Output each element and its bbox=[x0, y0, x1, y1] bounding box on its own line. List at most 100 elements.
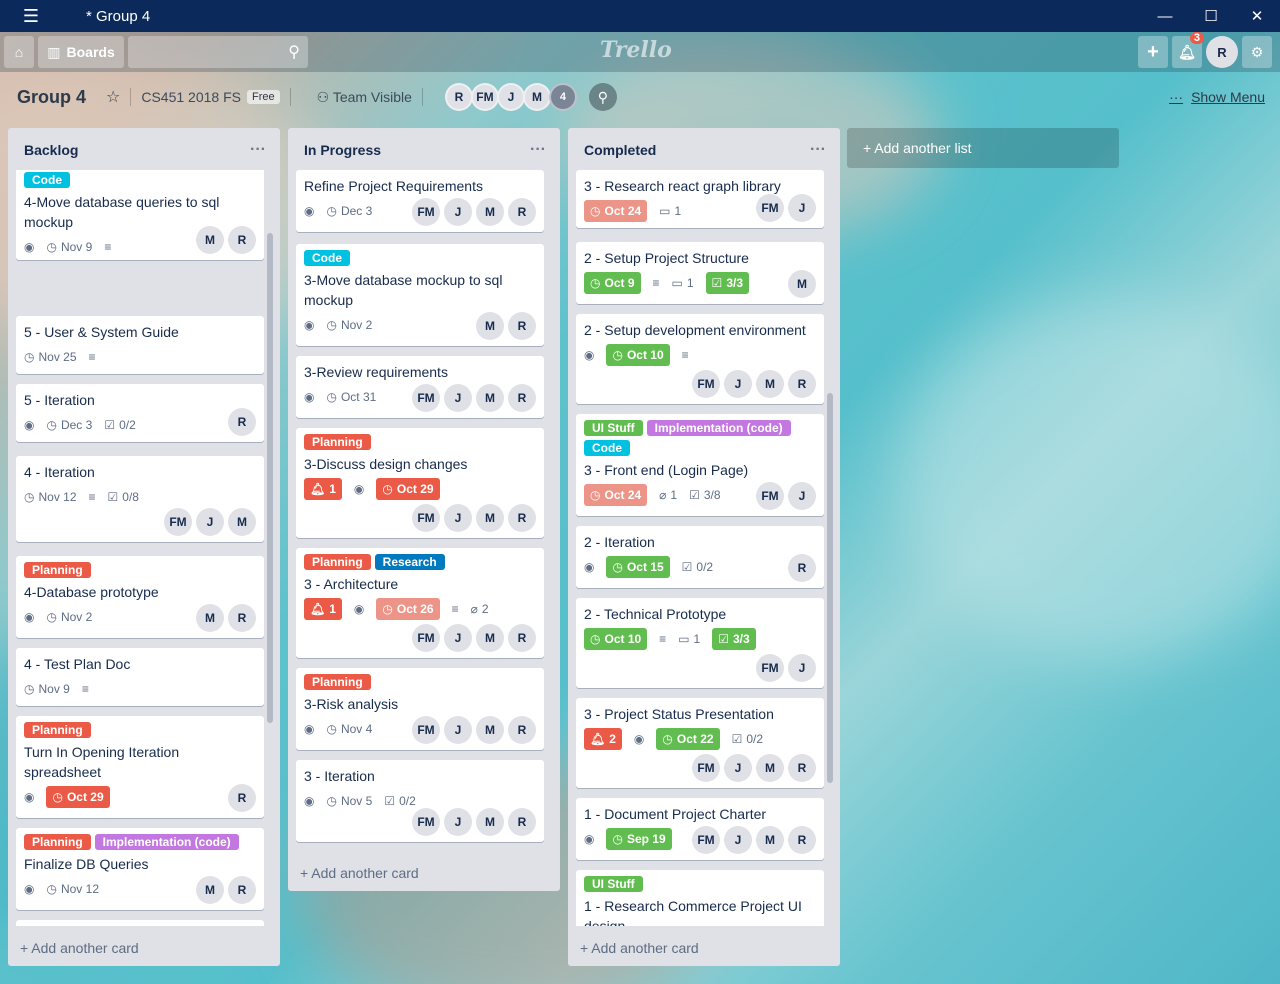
invite-button[interactable]: ⚲ bbox=[588, 83, 617, 111]
settings-button[interactable]: ⚙ bbox=[1242, 36, 1272, 68]
member-avatar[interactable]: M bbox=[476, 624, 504, 652]
card[interactable]: Planning 3-Discuss design changes 🔔︎ 1 ◉ ◷ Oct… bbox=[296, 428, 544, 538]
member-avatar[interactable]: R bbox=[508, 504, 536, 532]
more-icon[interactable]: ··· bbox=[810, 141, 826, 159]
member-avatar[interactable]: M bbox=[476, 312, 504, 340]
card-label[interactable]: Code bbox=[24, 172, 70, 188]
member-avatar[interactable]: M bbox=[756, 826, 784, 854]
member-avatar[interactable]: M bbox=[756, 370, 784, 398]
member-avatar[interactable]: M bbox=[196, 876, 224, 904]
card[interactable]: 2 - Setup development environment ◉ ◷ Oct 1… bbox=[576, 314, 824, 404]
member-avatar[interactable]: FM bbox=[412, 198, 440, 226]
card[interactable]: Planning 3-Risk analysis ◉ ◷ Nov 4 FM J M R bbox=[296, 668, 544, 750]
member-avatar[interactable]: J bbox=[444, 808, 472, 836]
member-avatar[interactable]: J bbox=[444, 716, 472, 744]
add-list-button[interactable]: + Add another list bbox=[847, 128, 1119, 168]
member-avatar[interactable]: FM bbox=[412, 808, 440, 836]
member-avatar[interactable]: R bbox=[228, 604, 256, 632]
card-label[interactable]: Planning bbox=[304, 554, 371, 570]
member-avatar[interactable]: M bbox=[476, 808, 504, 836]
card[interactable]: Code 3-Move database mockup to sql mockup… bbox=[296, 244, 544, 346]
card-label[interactable]: Planning bbox=[304, 434, 371, 450]
member-avatar[interactable]: FM bbox=[756, 482, 784, 510]
card[interactable]: 3 - Project Status Presentation 🔔︎ 2 ◉ ◷ Oct … bbox=[576, 698, 824, 788]
member-avatar[interactable]: R bbox=[508, 808, 536, 836]
search-input[interactable]: ⚲ bbox=[128, 36, 308, 68]
card[interactable]: 3 - Iteration ◉ ◷ Nov 5 ☑ 0/2 FM J M R bbox=[296, 760, 544, 842]
member-avatar[interactable]: FM bbox=[470, 83, 499, 111]
member-avatar[interactable]: M bbox=[196, 604, 224, 632]
member-avatar[interactable]: J bbox=[196, 508, 224, 536]
trello-logo[interactable]: Trello bbox=[600, 37, 672, 63]
member-avatar[interactable]: FM bbox=[412, 384, 440, 412]
member-avatar[interactable]: R bbox=[228, 226, 256, 254]
member-avatar[interactable]: R bbox=[508, 198, 536, 226]
create-button[interactable]: + bbox=[1138, 36, 1168, 68]
more-icon[interactable]: ··· bbox=[250, 141, 266, 159]
card[interactable]: Code 4-Move database queries to sql mocku… bbox=[16, 170, 264, 260]
member-avatar[interactable]: M bbox=[476, 716, 504, 744]
minimize-icon[interactable]: — bbox=[1142, 0, 1188, 32]
member-avatar[interactable]: R bbox=[508, 384, 536, 412]
member-avatar[interactable]: J bbox=[724, 370, 752, 398]
member-avatar[interactable]: M bbox=[522, 83, 551, 111]
member-avatar[interactable]: R bbox=[788, 370, 816, 398]
member-avatar[interactable]: R bbox=[508, 716, 536, 744]
member-avatar[interactable]: M bbox=[756, 754, 784, 782]
list-title[interactable]: In Progress bbox=[304, 142, 381, 158]
card[interactable]: 2 - Setup Project Structure ◷ Oct 9 ≡ ▭ 1 ☑ 3/3… bbox=[576, 242, 824, 304]
card[interactable]: Refine Project Requirements ◉ ◷ Dec 3 FM J M R bbox=[296, 170, 544, 232]
show-menu-button[interactable]: ··· Show Menu bbox=[1169, 89, 1265, 105]
member-avatar[interactable]: R bbox=[788, 754, 816, 782]
member-avatar[interactable]: FM bbox=[756, 194, 784, 222]
home-button[interactable]: ⌂ bbox=[4, 36, 34, 68]
add-card-button[interactable]: + Add another card bbox=[8, 930, 280, 966]
card[interactable]: 4 - Iteration ◷ Nov 12 ≡ ☑ 0/8 FM J M bbox=[16, 456, 264, 542]
member-avatar[interactable]: J bbox=[788, 482, 816, 510]
member-avatar[interactable]: FM bbox=[756, 654, 784, 682]
member-avatar[interactable]: FM bbox=[412, 624, 440, 652]
member-avatar[interactable]: M bbox=[196, 226, 224, 254]
close-icon[interactable]: ✕ bbox=[1234, 0, 1280, 32]
member-avatar[interactable]: FM bbox=[412, 716, 440, 744]
member-avatar[interactable]: J bbox=[444, 504, 472, 532]
list-title[interactable]: Backlog bbox=[24, 142, 78, 158]
user-avatar[interactable]: R bbox=[1206, 36, 1238, 68]
member-avatar[interactable]: R bbox=[788, 826, 816, 854]
member-avatar[interactable]: J bbox=[496, 83, 525, 111]
hamburger-icon[interactable]: ☰ bbox=[0, 0, 62, 32]
boards-button[interactable]: ▥ Boards bbox=[38, 36, 124, 68]
member-avatar[interactable]: M bbox=[788, 270, 816, 298]
card-label[interactable]: Code bbox=[584, 440, 630, 456]
member-avatar[interactable]: R bbox=[508, 312, 536, 340]
card[interactable]: Planning 4-Database prototype ◉ ◷ Nov 2 MR bbox=[16, 556, 264, 638]
card[interactable]: UI Stuff Implementation (code) Code 3 - Fro… bbox=[576, 414, 824, 516]
member-avatar[interactable]: J bbox=[788, 654, 816, 682]
more-icon[interactable]: ··· bbox=[530, 141, 546, 159]
member-avatar[interactable]: M bbox=[476, 198, 504, 226]
card[interactable]: Planning Implementation (code) Finalize DB… bbox=[16, 828, 264, 910]
member-avatar[interactable]: FM bbox=[164, 508, 192, 536]
member-avatar[interactable]: R bbox=[508, 624, 536, 652]
card-label[interactable]: Research bbox=[374, 554, 445, 570]
member-avatar[interactable]: J bbox=[788, 194, 816, 222]
card[interactable]: 4 - Test Plan Doc ◷ Nov 9 ≡ bbox=[16, 648, 264, 706]
member-avatar[interactable]: FM bbox=[412, 504, 440, 532]
notifications-button[interactable]: 🔔︎ 3 bbox=[1172, 32, 1204, 68]
card-label[interactable]: Planning bbox=[304, 674, 371, 690]
card[interactable]: 2 - Technical Prototype ◷ Oct 10 ≡ ▭ 1 ☑ 3/3 FM J bbox=[576, 598, 824, 688]
member-avatar[interactable]: J bbox=[724, 826, 752, 854]
scrollbar[interactable] bbox=[267, 233, 273, 723]
member-avatar[interactable]: J bbox=[444, 198, 472, 226]
search-icon[interactable]: ⚲ bbox=[288, 42, 300, 62]
board-title[interactable]: Group 4 bbox=[17, 87, 86, 108]
member-avatar[interactable]: R bbox=[228, 784, 256, 812]
more-members-count[interactable]: 4 bbox=[548, 83, 577, 111]
card[interactable]: 1 - Document Project Charter ◉ ◷ Sep 19 FM J M… bbox=[576, 798, 824, 860]
card[interactable]: Planning Research 3 - Architecture 🔔︎ 1 ◉ ◷ Oct… bbox=[296, 548, 544, 658]
card-label[interactable]: Planning bbox=[24, 562, 91, 578]
member-avatar[interactable]: J bbox=[444, 624, 472, 652]
member-avatar[interactable]: J bbox=[724, 754, 752, 782]
card[interactable]: 5 - User & System Guide ◷ Nov 25 ≡ bbox=[16, 316, 264, 374]
card-label[interactable]: UI Stuff bbox=[584, 420, 643, 436]
